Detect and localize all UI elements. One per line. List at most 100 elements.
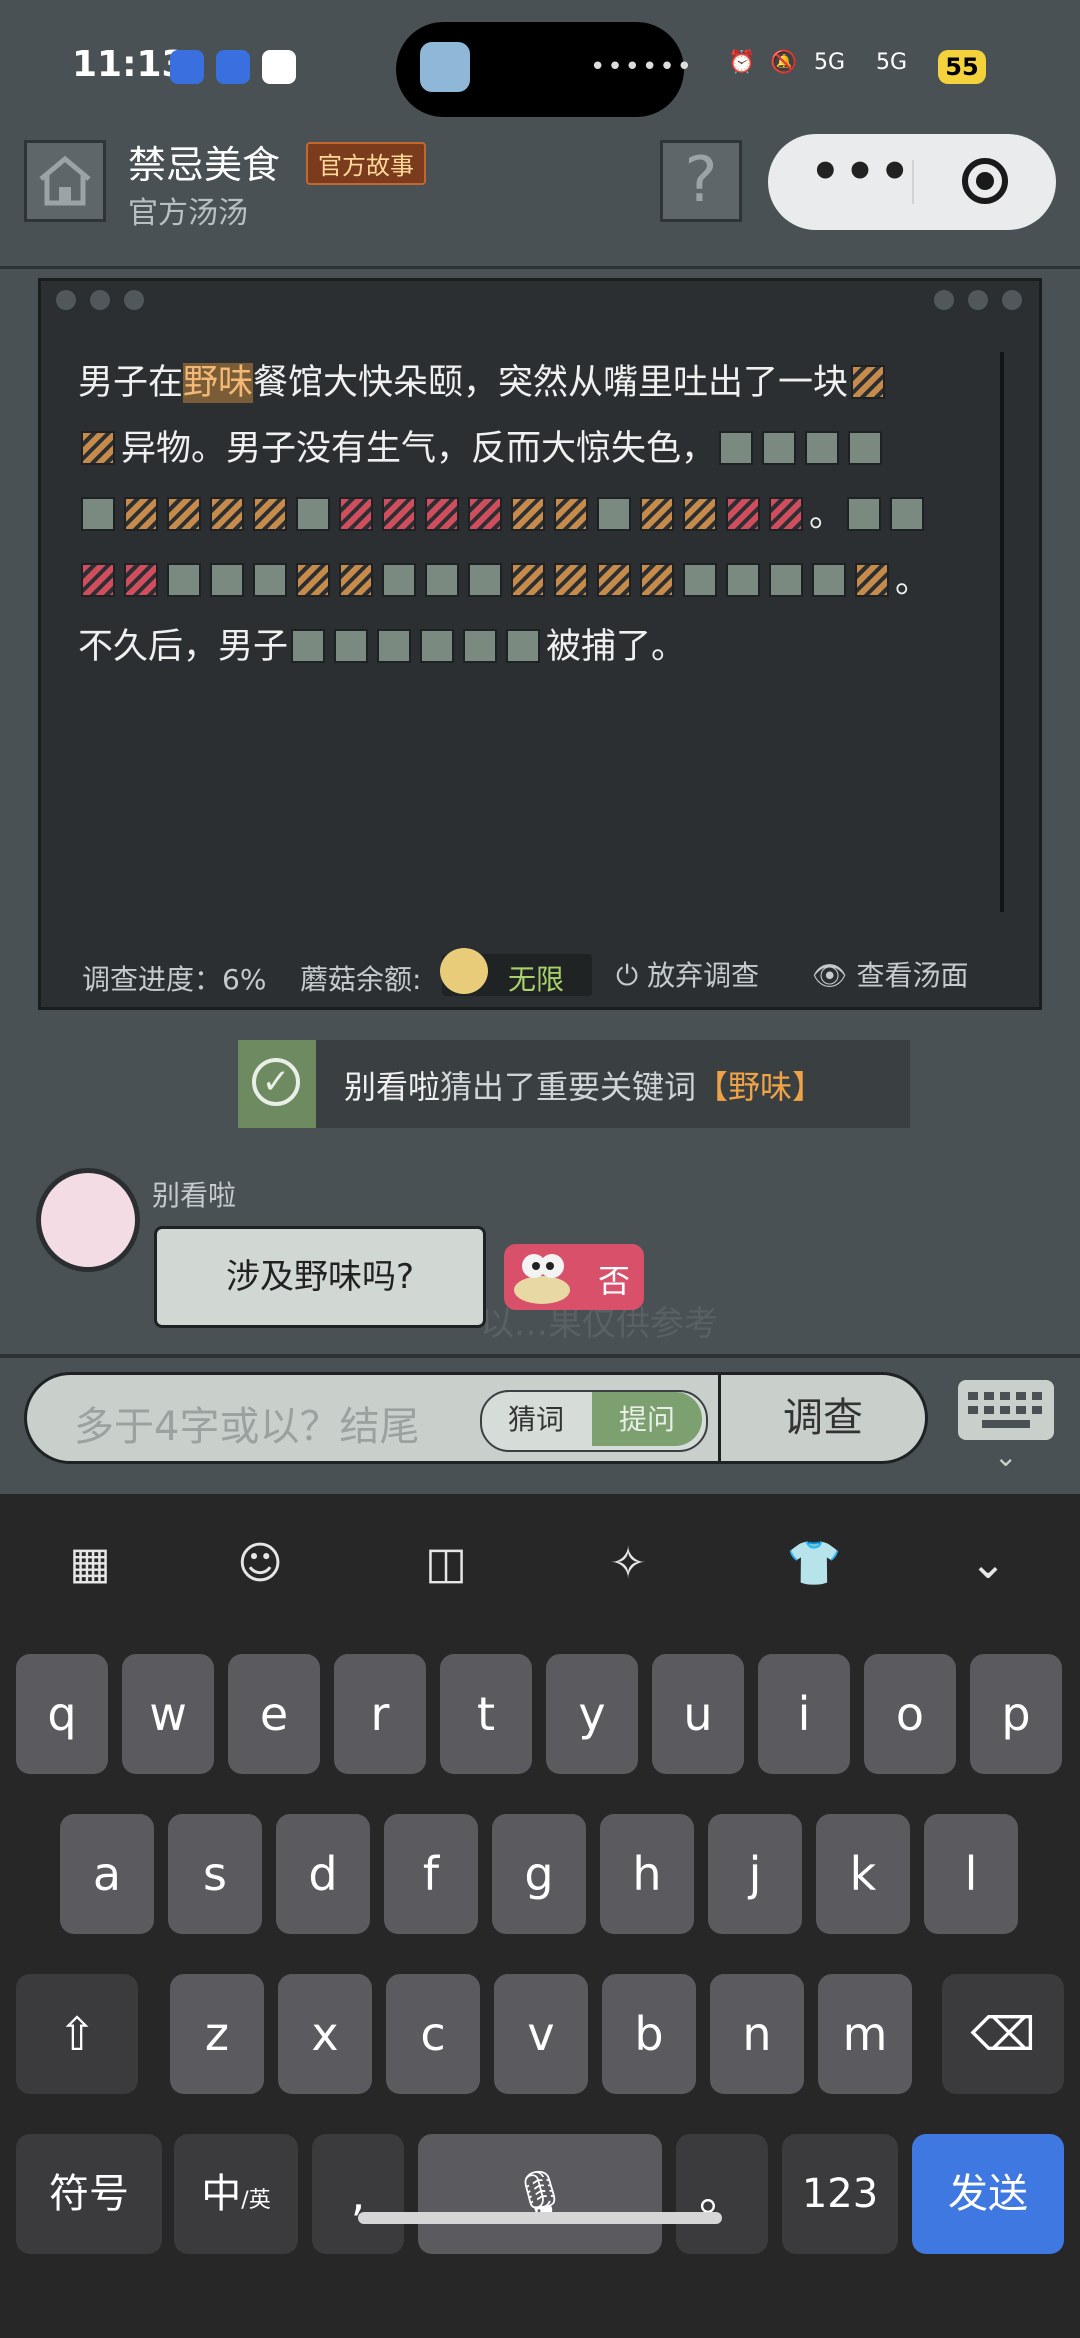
clipboard-icon[interactable]: ◫ xyxy=(416,1534,476,1594)
mushroom-icon xyxy=(440,948,488,994)
app-notification-icon xyxy=(216,50,250,84)
answer-text: 否 xyxy=(598,1262,631,1300)
signal-5g-label: 5G xyxy=(814,50,846,75)
revealed-keyword: 野味 xyxy=(183,363,254,403)
home-icon xyxy=(39,155,91,206)
question-input-placeholder: 多于4字或以？结尾 xyxy=(74,1404,420,1450)
hidden-word-tile xyxy=(81,431,115,465)
app-notification-icon xyxy=(170,50,204,84)
key-g[interactable]: g xyxy=(492,1814,586,1934)
mode-guess-option[interactable]: 猜词 xyxy=(484,1398,588,1438)
more-menu-button[interactable]: ••• xyxy=(810,144,914,200)
card-dot xyxy=(1002,290,1022,310)
key-q[interactable]: q xyxy=(16,1654,108,1774)
key-d[interactable]: d xyxy=(276,1814,370,1934)
shift-key[interactable]: ⇧ xyxy=(16,1974,138,2094)
app-thumbnail-icon xyxy=(420,42,470,92)
key-u[interactable]: u xyxy=(652,1654,744,1774)
key-o[interactable]: o xyxy=(864,1654,956,1774)
mute-icon: 🔕 xyxy=(770,50,798,75)
key-n[interactable]: n xyxy=(710,1974,804,2094)
apps-grid-icon[interactable]: ▦ xyxy=(60,1534,120,1594)
key-m[interactable]: m xyxy=(818,1974,912,2094)
keyword-found-text: 别看啦猜出了重要关键词【野味】 xyxy=(344,1068,825,1106)
ai-voice-icon[interactable]: ✧ xyxy=(598,1534,658,1594)
backspace-icon: ⌫ xyxy=(970,2007,1036,2061)
alarm-icon: ⏰ xyxy=(728,50,756,75)
period-key[interactable]: 。 xyxy=(676,2134,768,2254)
card-dot xyxy=(934,290,954,310)
key-k[interactable]: k xyxy=(816,1814,910,1934)
key-p[interactable]: p xyxy=(970,1654,1062,1774)
story-line: 异物。男子没有生气，反而大惊失色， xyxy=(78,416,978,482)
key-r[interactable]: r xyxy=(334,1654,426,1774)
key-t[interactable]: t xyxy=(440,1654,532,1774)
key-l[interactable]: l xyxy=(924,1814,1018,1934)
story-text: 男子在野味餐馆大快朵颐，突然从嘴里吐出了一块 异物。男子没有生气，反而大惊失色，… xyxy=(78,350,978,680)
key-e[interactable]: e xyxy=(228,1654,320,1774)
emoji-icon[interactable]: ☺ xyxy=(230,1534,290,1594)
story-line: 。 xyxy=(78,482,978,548)
comma-key[interactable]: , xyxy=(312,2134,404,2254)
mushroom-balance-label: 蘑菇余额: xyxy=(300,963,422,996)
give-up-button[interactable]: ⏻ 放弃调查 xyxy=(616,954,759,994)
language-key[interactable]: 中/英 xyxy=(174,2134,298,2254)
investigation-progress: 调查进度：6% xyxy=(82,963,267,996)
help-button[interactable]: ? xyxy=(660,140,742,222)
symbols-key[interactable]: 符号 xyxy=(16,2134,162,2254)
backspace-key[interactable]: ⌫ xyxy=(942,1974,1064,2094)
chat-username: 别看啦 xyxy=(152,1179,237,1212)
view-soup-button[interactable]: 👁 查看汤面 xyxy=(812,954,968,994)
key-c[interactable]: c xyxy=(386,1974,480,2094)
mushroom-balance-value: 无限 xyxy=(508,963,565,996)
key-w[interactable]: w xyxy=(122,1654,214,1774)
official-badge: 官方故事 xyxy=(306,142,426,185)
header-divider xyxy=(0,266,1080,269)
mode-ask-option[interactable]: 提问 xyxy=(592,1398,702,1438)
card-dot xyxy=(968,290,988,310)
keyboard-icon xyxy=(968,1392,1042,1428)
space-key[interactable]: 🎙 xyxy=(418,2134,662,2254)
card-dot xyxy=(56,290,76,310)
frog-mascot-icon xyxy=(506,1244,578,1310)
question-bubble: 涉及野味吗? xyxy=(154,1226,486,1328)
key-a[interactable]: a xyxy=(60,1814,154,1934)
avatar[interactable] xyxy=(36,1168,140,1272)
shift-icon: ⇧ xyxy=(57,2007,97,2061)
key-j[interactable]: j xyxy=(708,1814,802,1934)
power-icon: ⏻ xyxy=(616,959,648,992)
qq-icon xyxy=(262,50,296,84)
send-button[interactable]: 发送 xyxy=(912,2134,1064,2254)
capsule-divider xyxy=(912,160,914,204)
key-z[interactable]: z xyxy=(170,1974,264,2094)
numbers-key[interactable]: 123 xyxy=(782,2134,898,2254)
key-h[interactable]: h xyxy=(600,1814,694,1934)
key-i[interactable]: i xyxy=(758,1654,850,1774)
story-subtitle: 官方汤汤 xyxy=(128,196,248,231)
key-b[interactable]: b xyxy=(602,1974,696,2094)
collapse-keyboard-icon[interactable]: ⌄ xyxy=(958,1534,1018,1594)
key-x[interactable]: x xyxy=(278,1974,372,2094)
story-line: 。 xyxy=(78,548,978,614)
story-title: 禁忌美食 xyxy=(128,143,281,187)
dots-indicator-icon: •••••• xyxy=(590,52,695,82)
home-indicator xyxy=(358,2212,722,2224)
key-y[interactable]: y xyxy=(546,1654,638,1774)
battery-indicator: 55 xyxy=(938,50,986,84)
keyboard-toggle-button[interactable] xyxy=(958,1380,1054,1440)
home-button[interactable] xyxy=(24,140,106,222)
skin-shirt-icon[interactable]: 👕 xyxy=(784,1534,844,1594)
chevron-down-icon: ⌄ xyxy=(994,1440,1018,1473)
key-s[interactable]: s xyxy=(168,1814,262,1934)
story-scrollbar[interactable] xyxy=(1000,352,1004,912)
key-f[interactable]: f xyxy=(384,1814,478,1934)
eye-icon: 👁 xyxy=(812,959,857,992)
investigate-button[interactable]: 调查 xyxy=(718,1372,928,1464)
story-line: 不久后，男子 被捕了。 xyxy=(78,627,687,667)
key-v[interactable]: v xyxy=(494,1974,588,2094)
story-line: 男子在野味餐馆大快朵颐，突然从嘴里吐出了一块 xyxy=(78,350,978,416)
close-miniprogram-button[interactable] xyxy=(962,158,1008,204)
card-dot xyxy=(124,290,144,310)
check-icon: ✓ xyxy=(252,1058,300,1106)
card-dot xyxy=(90,290,110,310)
